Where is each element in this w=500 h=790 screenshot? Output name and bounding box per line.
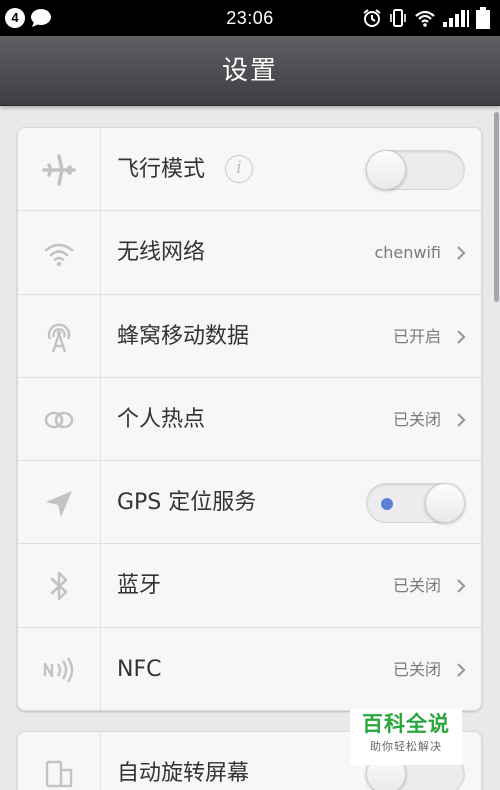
nfc-icon <box>43 657 74 683</box>
setting-label: 蓝牙 <box>117 573 162 599</box>
chevron-right-icon <box>457 329 466 344</box>
chevron-right-icon <box>457 246 466 261</box>
airplane-mode-toggle[interactable] <box>366 150 465 190</box>
hotspot-link-icon <box>44 411 74 429</box>
cellular-antenna-icon <box>47 323 71 352</box>
watermark-logo: 百科全说 助你轻松解决 <box>350 709 462 765</box>
setting-row-nfc[interactable]: NFC 已关闭 <box>18 627 481 710</box>
scrollbar[interactable] <box>494 112 499 302</box>
battery-icon <box>476 7 490 29</box>
setting-value: 已关闭 <box>392 576 441 596</box>
setting-value: 已关闭 <box>392 659 441 679</box>
setting-label: 自动旋转屏幕 <box>117 761 250 786</box>
info-icon[interactable]: i <box>225 155 253 183</box>
row-icon-column <box>18 377 101 461</box>
cell-signal-icon <box>443 10 469 27</box>
watermark-title: 百科全说 <box>362 712 450 736</box>
row-icon-column <box>18 732 101 790</box>
wifi-signal-icon <box>415 10 435 27</box>
toggle-knob <box>425 483 465 524</box>
toggle-on-indicator <box>381 498 393 511</box>
setting-row-personal-hotspot[interactable]: 个人热点 已关闭 <box>18 377 481 462</box>
title-bar: 设置 <box>0 36 500 106</box>
setting-value: 已关闭 <box>392 409 441 429</box>
watermark-subtitle: 助你轻松解决 <box>370 740 442 753</box>
row-icon-column <box>18 461 101 544</box>
chevron-right-icon <box>457 413 466 427</box>
wifi-icon <box>44 244 74 267</box>
setting-row-airplane-mode[interactable]: 飞行模式 i <box>18 128 481 212</box>
airplane-icon <box>42 154 76 186</box>
setting-label: 蜂窝移动数据 <box>117 323 250 349</box>
page-title: 设置 <box>221 56 278 86</box>
settings-group-connectivity: 飞行模式 i 无线网络 chenwifi 蜂窝移动数据 已开启 个人热点 已关闭… <box>17 127 482 711</box>
toggle-knob <box>366 150 406 190</box>
setting-label: 个人热点 <box>117 406 206 432</box>
alarm-clock-icon <box>363 9 381 27</box>
row-icon-column <box>18 544 101 627</box>
location-arrow-icon <box>46 491 72 518</box>
status-bar: 4 23:06 <box>0 0 500 36</box>
chevron-right-icon <box>457 579 466 594</box>
bluetooth-icon <box>50 572 68 601</box>
setting-label: NFC <box>117 656 162 682</box>
vibrate-icon <box>390 9 406 27</box>
status-icons <box>362 7 490 29</box>
auto-rotate-icon <box>45 760 73 788</box>
setting-row-cellular-data[interactable]: 蜂窝移动数据 已开启 <box>18 294 481 378</box>
row-icon-column <box>18 627 101 710</box>
gps-toggle[interactable] <box>366 483 465 524</box>
row-icon-column <box>18 211 101 294</box>
setting-row-gps[interactable]: GPS 定位服务 <box>18 461 481 545</box>
setting-label: GPS 定位服务 <box>117 490 257 516</box>
setting-label: 飞行模式 <box>117 157 206 182</box>
row-icon-column <box>18 128 101 211</box>
chevron-right-icon <box>457 663 466 677</box>
setting-row-wifi[interactable]: 无线网络 chenwifi <box>18 211 481 295</box>
setting-value: chenwifi <box>374 243 441 263</box>
row-icon-column <box>18 294 101 377</box>
setting-label: 无线网络 <box>117 240 206 266</box>
setting-value: 已开启 <box>392 326 441 346</box>
setting-row-bluetooth[interactable]: 蓝牙 已关闭 <box>18 544 481 628</box>
